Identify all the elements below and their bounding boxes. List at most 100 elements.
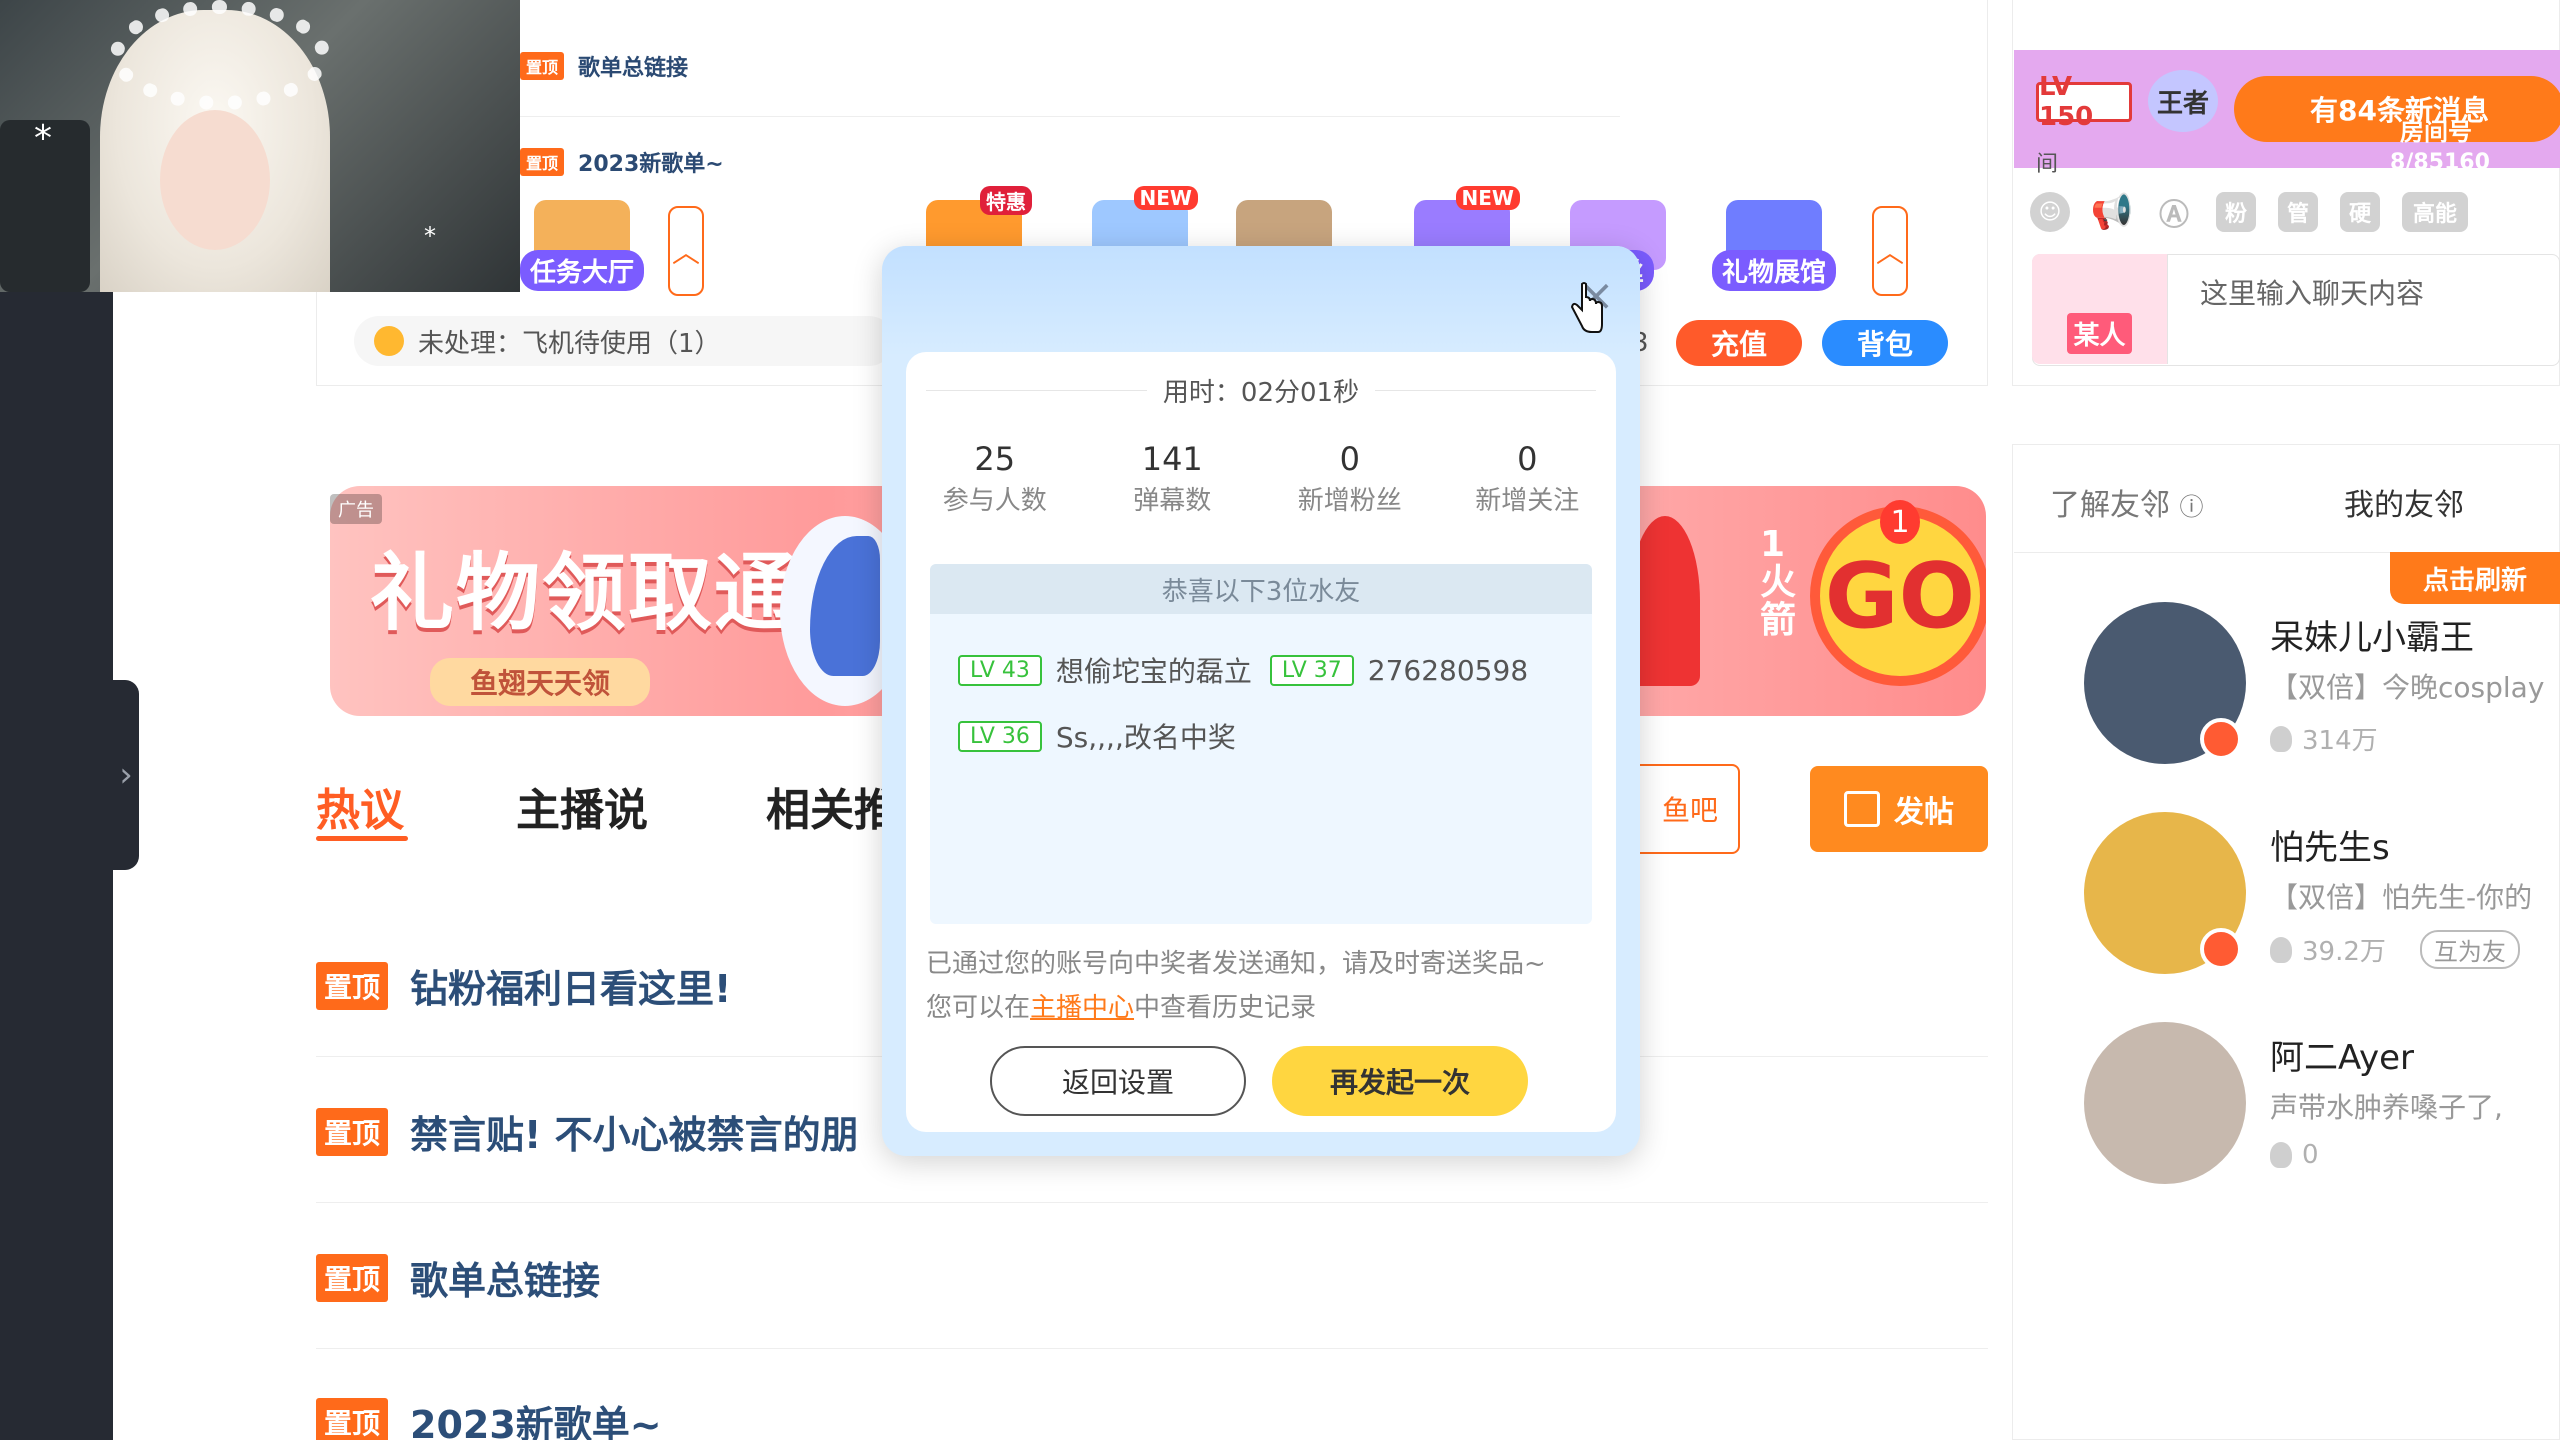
gift-label: 任务大厅 bbox=[520, 250, 645, 291]
tab-label: 了解友邻 bbox=[2050, 488, 2170, 523]
fire-icon bbox=[2270, 725, 2292, 752]
modal-header-deco bbox=[882, 246, 1640, 356]
friend-name: 阿二Ayer bbox=[2270, 1038, 2414, 1078]
stat-new-follows: 0 新增关注 bbox=[1447, 440, 1607, 517]
heat-value: 39.2万 bbox=[2302, 937, 2386, 967]
divider bbox=[316, 1202, 1988, 1203]
left-sidebar bbox=[0, 290, 113, 1440]
tab-hot[interactable]: 热议 bbox=[316, 774, 404, 838]
back-to-settings-button[interactable]: 返回设置 bbox=[990, 1046, 1246, 1116]
stat-danmaku: 141 弹幕数 bbox=[1092, 440, 1252, 517]
divider bbox=[926, 390, 1147, 391]
gift-museum[interactable]: 礼物展馆 bbox=[1712, 200, 1837, 291]
friend-heat: 39.2万 互为友 bbox=[2270, 930, 2520, 969]
snowflake-icon: * bbox=[424, 222, 436, 250]
tab-learn-friends[interactable]: 了解友邻 ⓘ bbox=[2050, 480, 2204, 524]
winner-name: 想偷坨宝的磊立 bbox=[1055, 655, 1252, 688]
mutual-tag: 互为友 bbox=[2419, 930, 2520, 969]
help-icon: ⓘ bbox=[2179, 493, 2204, 521]
smile-icon[interactable]: ☺ bbox=[2030, 192, 2070, 232]
heat-value: 0 bbox=[2302, 1140, 2319, 1170]
high-energy-icon[interactable]: 高能 bbox=[2402, 192, 2468, 232]
pending-text: 未处理：飞机待使用（1） bbox=[418, 328, 721, 359]
start-again-button[interactable]: 再发起一次 bbox=[1272, 1046, 1528, 1116]
friend-item[interactable]: 怕先生s 【双倍】怕先生-你的 39.2万 互为友 bbox=[2084, 812, 2560, 982]
friend-item[interactable]: 阿二Ayer 声带水肿养嗓子了, 0 bbox=[2084, 1022, 2560, 1192]
divider bbox=[316, 1348, 1988, 1349]
flower-crown bbox=[110, 0, 330, 110]
gift-badge: NEW bbox=[1455, 186, 1520, 210]
ad-subtitle: 鱼翅天天领 bbox=[430, 658, 651, 706]
pin-tag: 置顶 bbox=[316, 1397, 389, 1440]
scroll-up-button[interactable]: ︿ bbox=[668, 206, 704, 296]
pin-tag: 置顶 bbox=[520, 52, 565, 80]
new-message-notice[interactable]: 有84条新消息 bbox=[2234, 76, 2560, 142]
friend-item[interactable]: 呆妹儿小霸王 【双倍】今晚cosplay 314万 bbox=[2084, 602, 2560, 772]
post-row[interactable]: 置顶 2023新歌单~ bbox=[316, 1394, 1988, 1440]
webcam-overlay: * * bbox=[0, 0, 520, 292]
rocket-icon bbox=[1630, 516, 1700, 686]
pending-bar[interactable]: 未处理：飞机待使用（1） bbox=[354, 316, 894, 366]
fan-badge-icon[interactable]: 粉 bbox=[2216, 192, 2256, 232]
bag-button[interactable]: 背包 bbox=[1822, 320, 1948, 366]
megaphone-icon[interactable]: 📢 bbox=[2091, 192, 2133, 232]
winner-row: LV 36 Ss,,,,改名中奖 bbox=[958, 716, 1236, 756]
divider bbox=[1375, 390, 1597, 391]
pin-tag: 置顶 bbox=[316, 961, 389, 1010]
list-item[interactable]: 置顶 2023新歌单~ bbox=[520, 146, 724, 178]
gift-badge: NEW bbox=[1133, 186, 1198, 210]
font-icon[interactable]: Ⓐ bbox=[2154, 192, 2194, 233]
note-line: 已通过您的账号向中奖者发送通知，请及时寄送奖品~ bbox=[926, 949, 1546, 979]
fire-icon bbox=[2270, 1142, 2292, 1168]
king-badge: 王者 bbox=[2148, 70, 2218, 132]
winner-row: LV 43 想偷坨宝的磊立 LV 37 276280598 bbox=[958, 650, 1528, 690]
winner-name: Ss,,,,改名中奖 bbox=[1055, 721, 1236, 754]
streamer-face bbox=[160, 110, 270, 250]
ad-tag: 广告 bbox=[330, 494, 382, 524]
friend-desc: 声带水肿养嗓子了, bbox=[2270, 1091, 2503, 1124]
gift-label: 礼物展馆 bbox=[1712, 250, 1837, 291]
chat-avatar-card[interactable]: 某人 bbox=[2032, 254, 2168, 364]
duration-row: 用时：02分01秒 bbox=[926, 372, 1597, 409]
coin-icon[interactable]: 硬 bbox=[2340, 192, 2380, 232]
manager-icon[interactable]: 管 bbox=[2278, 192, 2318, 232]
refresh-button[interactable]: 点击刷新 bbox=[2390, 552, 2560, 604]
gift-task-hall[interactable]: 任务大厅 bbox=[520, 200, 645, 291]
live-icon bbox=[2200, 928, 2242, 970]
stat-new-fans: 0 新增粉丝 bbox=[1270, 440, 1430, 517]
streamer-center-link[interactable]: 主播中心 bbox=[1030, 993, 1134, 1023]
fire-icon bbox=[2270, 936, 2292, 963]
tab-my-friends[interactable]: 我的友邻 bbox=[2344, 480, 2464, 524]
winner-name: 276280598 bbox=[1367, 653, 1529, 687]
list-item[interactable]: 置顶 歌单总链接 bbox=[520, 50, 688, 82]
live-icon bbox=[2200, 718, 2242, 760]
post-button-label: 发帖 bbox=[1894, 795, 1954, 830]
modal-body: 用时：02分01秒 25 参与人数 141 弹幕数 0 新增粉丝 0 新增关注 … bbox=[906, 352, 1616, 1132]
stat-value: 141 bbox=[1141, 440, 1203, 478]
sidebar-expand-button[interactable]: › bbox=[113, 680, 139, 870]
friend-heat: 0 bbox=[2270, 1140, 2319, 1170]
winners-title: 恭喜以下3位水友 bbox=[930, 564, 1592, 614]
stats-row: 25 参与人数 141 弹幕数 0 新增粉丝 0 新增关注 bbox=[906, 440, 1616, 517]
post-row[interactable]: 置顶 歌单总链接 bbox=[316, 1250, 1988, 1305]
avatar bbox=[2084, 1022, 2246, 1184]
note-line: 您可以在主播中心中查看历史记录 bbox=[926, 986, 1606, 1030]
level-tag: LV 37 bbox=[1269, 654, 1354, 686]
recharge-button[interactable]: 充值 bbox=[1676, 320, 1802, 366]
snowflake-icon: * bbox=[34, 118, 52, 159]
level-tag: LV 43 bbox=[958, 654, 1042, 686]
stat-label: 新增关注 bbox=[1475, 486, 1580, 516]
stat-value: 25 bbox=[974, 440, 1016, 478]
chat-avatar-text: 某人 bbox=[2067, 313, 2132, 354]
airplane-icon bbox=[374, 326, 404, 356]
stat-label: 新增粉丝 bbox=[1297, 486, 1402, 516]
notice-text: 已通过您的账号向中奖者发送通知，请及时寄送奖品~ 您可以在主播中心中查看历史记录 bbox=[926, 942, 1606, 1030]
stat-participants: 25 参与人数 bbox=[915, 440, 1075, 517]
post-button[interactable]: 发帖 bbox=[1810, 766, 1988, 852]
stat-value: 0 bbox=[1517, 440, 1538, 478]
chevron-up-icon: ︿ bbox=[1875, 236, 1904, 269]
tab-related[interactable]: 相关推 bbox=[766, 774, 898, 838]
gift-badge: 特惠 bbox=[980, 186, 1032, 215]
tab-streamer-says[interactable]: 主播说 bbox=[516, 774, 648, 838]
scroll-up-button[interactable]: ︿ bbox=[1872, 206, 1908, 296]
